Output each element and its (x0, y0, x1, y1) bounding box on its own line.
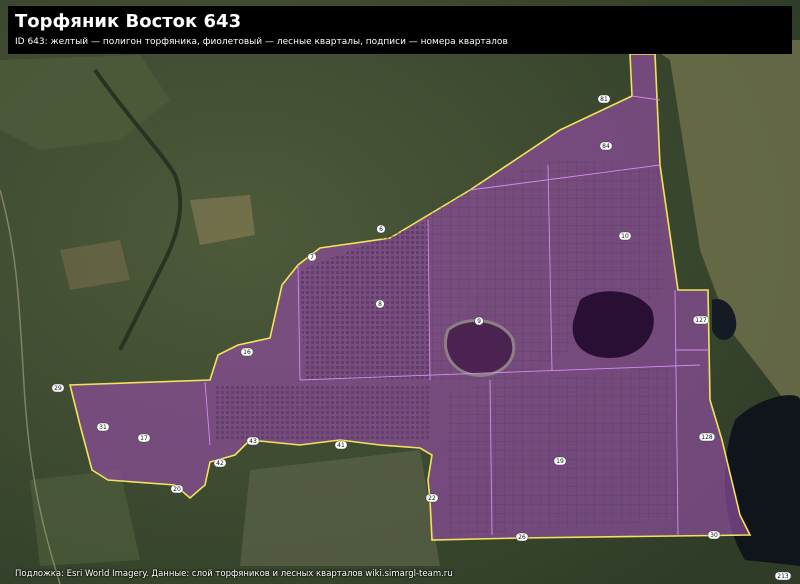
title-bar: Торфяник Восток 643 ID 643: желтый — пол… (8, 6, 792, 54)
quarter-label-7: 7 (307, 252, 317, 262)
svg-text:10: 10 (621, 233, 629, 240)
quarter-label-6: 6 (376, 224, 386, 234)
quarter-label-43: 43 (246, 436, 260, 446)
quarter-label-17: 17 (137, 433, 151, 443)
map-legend-caption: ID 643: желтый — полигон торфяника, фиол… (15, 37, 508, 47)
quarter-label-81: 81 (597, 94, 611, 104)
svg-text:6: 6 (379, 226, 383, 233)
svg-text:29: 29 (54, 385, 62, 392)
svg-text:16: 16 (243, 349, 251, 356)
quarter-label-8: 8 (375, 299, 385, 309)
svg-text:22: 22 (428, 495, 436, 502)
quarter-label-127: 127 (692, 315, 710, 325)
quarter-label-30: 30 (707, 530, 721, 540)
quarter-label-22: 22 (425, 493, 439, 503)
svg-text:7: 7 (310, 254, 314, 261)
quarter-label-31: 31 (96, 422, 110, 432)
svg-text:26: 26 (518, 534, 526, 541)
peat-lake-center (444, 319, 516, 377)
svg-text:127: 127 (695, 317, 707, 324)
svg-text:128: 128 (701, 434, 713, 441)
svg-text:20: 20 (173, 486, 181, 493)
quarter-label-9: 9 (474, 316, 484, 326)
quarter-label-41: 41 (334, 440, 348, 450)
satellite-map[interactable]: 81 84 6 7 8 9 10 127 16 29 31 17 43 41 19 128 20 22 26 30 42… (0, 0, 800, 584)
quarter-label-16: 16 (240, 347, 254, 357)
svg-text:19: 19 (556, 458, 564, 465)
svg-text:81: 81 (600, 96, 608, 103)
quarter-label-19: 19 (553, 456, 567, 466)
svg-text:84: 84 (602, 143, 610, 150)
svg-text:8: 8 (378, 301, 382, 308)
svg-text:31: 31 (99, 424, 107, 431)
quarter-label-26: 26 (515, 532, 529, 542)
svg-text:30: 30 (710, 532, 718, 539)
quarter-label-128: 128 (698, 432, 716, 442)
quarter-label-10: 10 (618, 231, 632, 241)
svg-text:43: 43 (249, 438, 257, 445)
quarter-label-29: 29 (51, 383, 65, 393)
footer: Подложка: Esri World Imagery. Данные: сл… (0, 566, 800, 584)
quarter-label-20: 20 (170, 484, 184, 494)
svg-text:17: 17 (140, 435, 148, 442)
page-title: Торфяник Восток 643 (15, 11, 242, 32)
svg-text:42: 42 (216, 460, 224, 467)
svg-text:41: 41 (337, 442, 345, 449)
lake-east (724, 395, 800, 566)
attribution-text: Подложка: Esri World Imagery. Данные: сл… (15, 569, 453, 579)
svg-text:9: 9 (477, 318, 481, 325)
quarter-label-84: 84 (599, 141, 613, 151)
quarter-label-42: 42 (213, 458, 227, 468)
